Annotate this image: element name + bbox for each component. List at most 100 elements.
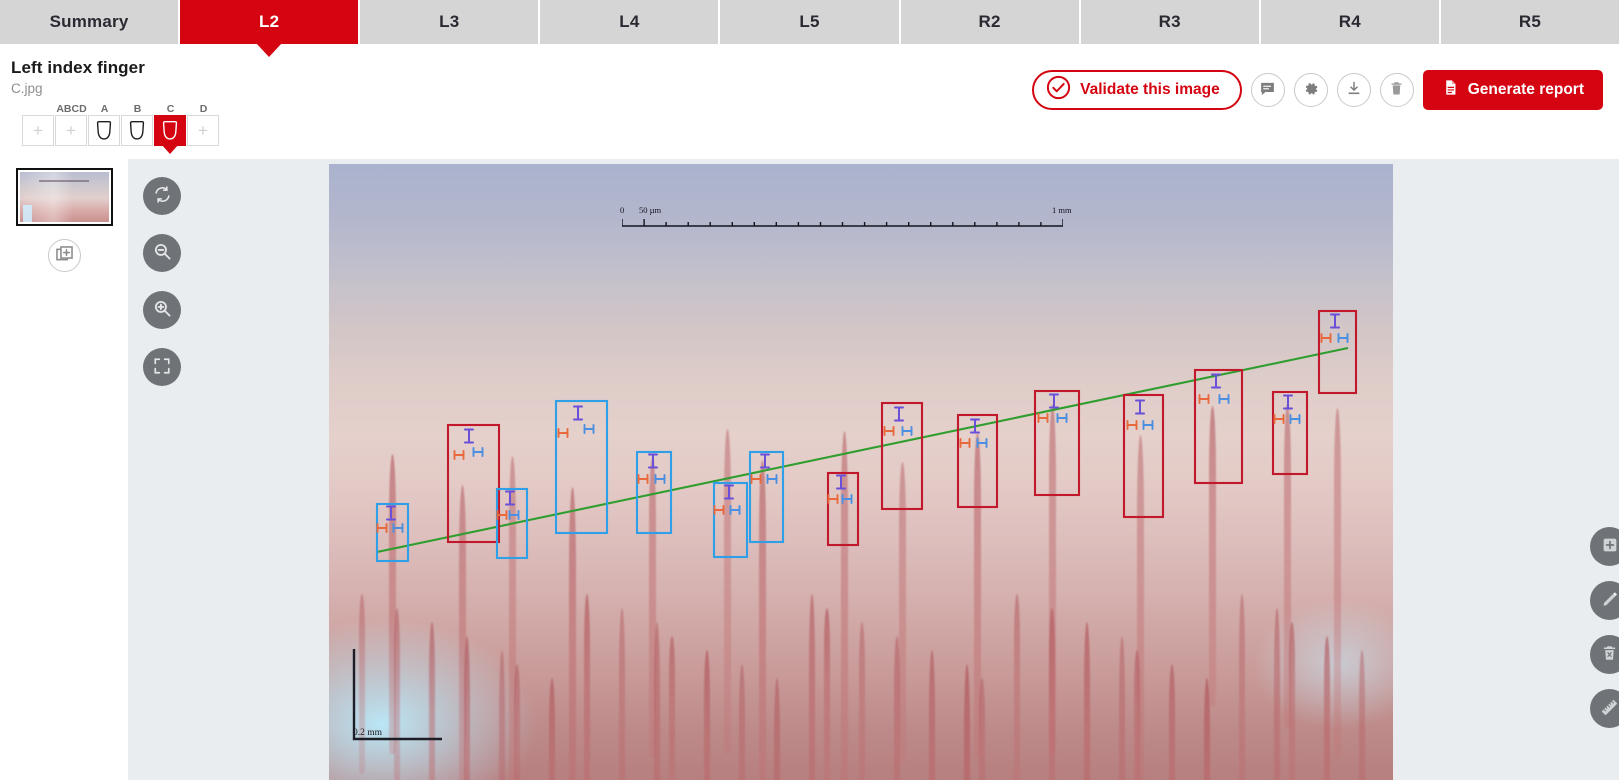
abcd-cell-abcd[interactable]: + xyxy=(55,115,87,146)
tab-label: Summary xyxy=(49,12,129,31)
add-image-icon xyxy=(55,245,74,267)
capillary-annotation[interactable] xyxy=(880,401,924,511)
download-button[interactable] xyxy=(1336,73,1371,107)
abcd-column-label: C xyxy=(166,103,175,115)
abcd-column-label: A xyxy=(100,103,109,115)
annotation-box[interactable] xyxy=(1271,390,1309,476)
capillary-annotation[interactable] xyxy=(1122,393,1165,519)
abcd-selector: ABCD A B C D + + + xyxy=(11,103,220,146)
abcd-column-label xyxy=(22,103,55,115)
annotation-overlay[interactable] xyxy=(329,164,1393,780)
plus-icon: + xyxy=(198,121,208,140)
tab-summary[interactable]: Summary xyxy=(0,0,179,44)
microscopy-image[interactable]: 0 50 µm 1 mm 0.2 mm xyxy=(329,164,1393,780)
validate-image-button[interactable]: Validate this image xyxy=(1032,70,1242,110)
tab-label: R4 xyxy=(1338,12,1361,31)
abcd-cell-b[interactable] xyxy=(121,115,153,146)
add-image-button[interactable] xyxy=(47,239,81,272)
annotation-box[interactable] xyxy=(375,502,410,563)
add-annotation-button[interactable] xyxy=(1590,527,1619,566)
delete-annotation-button[interactable] xyxy=(1590,635,1619,674)
tab-l5[interactable]: L5 xyxy=(720,0,899,44)
tab-label: R3 xyxy=(1158,12,1181,31)
capillary-annotation[interactable] xyxy=(375,502,410,563)
thumbnail-preview xyxy=(19,172,109,222)
capillary-annotation[interactable] xyxy=(446,423,501,544)
download-icon xyxy=(1346,80,1362,100)
page-header: Left index finger C.jpg ABCD A B C D + + + Val… xyxy=(0,44,1619,159)
delete-button[interactable] xyxy=(1379,73,1414,107)
capillary-annotation[interactable] xyxy=(635,450,673,535)
viewer-tool-column xyxy=(143,177,181,386)
fit-screen-tool-button[interactable] xyxy=(143,348,181,386)
fingernail-icon xyxy=(128,121,146,140)
tab-label: L3 xyxy=(439,12,460,31)
measure-tool-button[interactable] xyxy=(1590,689,1619,728)
tab-label: L2 xyxy=(259,12,280,31)
comment-button[interactable] xyxy=(1250,73,1285,107)
plus-square-icon xyxy=(1601,536,1619,557)
gear-icon xyxy=(1302,80,1320,101)
header-actions: Validate this image Generate report xyxy=(1032,70,1603,110)
annotation-box[interactable] xyxy=(712,481,749,559)
rotate-icon xyxy=(153,185,172,207)
generate-report-label: Generate report xyxy=(1467,81,1584,98)
tab-label: L4 xyxy=(619,12,640,31)
comment-icon xyxy=(1259,80,1276,100)
plus-icon: + xyxy=(66,121,76,140)
zoom-in-icon xyxy=(153,299,172,321)
body-area: 0 50 µm 1 mm 0.2 mm xyxy=(0,159,1619,780)
tab-r2[interactable]: R2 xyxy=(900,0,1079,44)
trash-icon xyxy=(1389,80,1404,100)
capillary-annotation[interactable] xyxy=(1193,368,1244,485)
annotation-box[interactable] xyxy=(880,401,924,511)
abcd-cell-add-left[interactable]: + xyxy=(22,115,54,146)
abcd-column-label: B xyxy=(133,103,142,115)
image-viewer[interactable]: 0 50 µm 1 mm 0.2 mm xyxy=(128,159,1619,780)
annotation-box[interactable] xyxy=(826,471,860,547)
plus-icon: + xyxy=(33,121,43,140)
annotation-box[interactable] xyxy=(748,450,785,544)
abcd-cells: + + + xyxy=(22,115,220,146)
capillary-annotation[interactable] xyxy=(712,481,749,559)
capillary-annotation[interactable] xyxy=(748,450,785,544)
abcd-cell-c[interactable] xyxy=(154,115,186,146)
tab-bar: Summary L2 L3 L4 L5 R2 R3 R4 R5 xyxy=(0,0,1619,44)
ruler-icon xyxy=(1600,698,1619,720)
tab-r5[interactable]: R5 xyxy=(1440,0,1619,44)
document-icon xyxy=(1442,78,1459,102)
settings-button[interactable] xyxy=(1293,73,1328,107)
edit-annotation-button[interactable] xyxy=(1590,581,1619,620)
tab-l4[interactable]: L4 xyxy=(540,0,719,44)
generate-report-button[interactable]: Generate report xyxy=(1422,70,1603,110)
thumbnail-rail xyxy=(0,159,128,780)
baseline-line xyxy=(376,346,1349,554)
zoom-in-tool-button[interactable] xyxy=(143,291,181,329)
abcd-column-label: ABCD xyxy=(56,103,87,115)
abcd-cell-a[interactable] xyxy=(88,115,120,146)
tab-r3[interactable]: R3 xyxy=(1080,0,1259,44)
fingernail-icon xyxy=(95,121,113,140)
trash-x-icon xyxy=(1601,644,1618,665)
zoom-out-tool-button[interactable] xyxy=(143,234,181,272)
tab-l2[interactable]: L2 xyxy=(180,0,359,44)
rotate-tool-button[interactable] xyxy=(143,177,181,215)
fullscreen-icon xyxy=(153,357,171,378)
tab-label: R5 xyxy=(1518,12,1541,31)
zoom-out-icon xyxy=(153,242,172,264)
capillary-annotation[interactable] xyxy=(826,471,860,547)
capillary-annotation[interactable] xyxy=(1271,390,1309,476)
validate-image-label: Validate this image xyxy=(1080,81,1220,98)
tab-label: R2 xyxy=(978,12,1001,31)
abcd-labels: ABCD A B C D xyxy=(22,103,220,115)
pencil-icon xyxy=(1601,590,1619,611)
tab-r4[interactable]: R4 xyxy=(1260,0,1439,44)
check-circle-icon xyxy=(1046,75,1071,105)
abcd-column-label: D xyxy=(199,103,208,115)
image-thumbnail[interactable] xyxy=(15,168,113,226)
tab-l3[interactable]: L3 xyxy=(360,0,539,44)
tab-label: L5 xyxy=(799,12,820,31)
abcd-cell-d[interactable]: + xyxy=(187,115,219,146)
annotation-tool-column xyxy=(1590,527,1619,728)
fingernail-icon xyxy=(161,121,179,140)
